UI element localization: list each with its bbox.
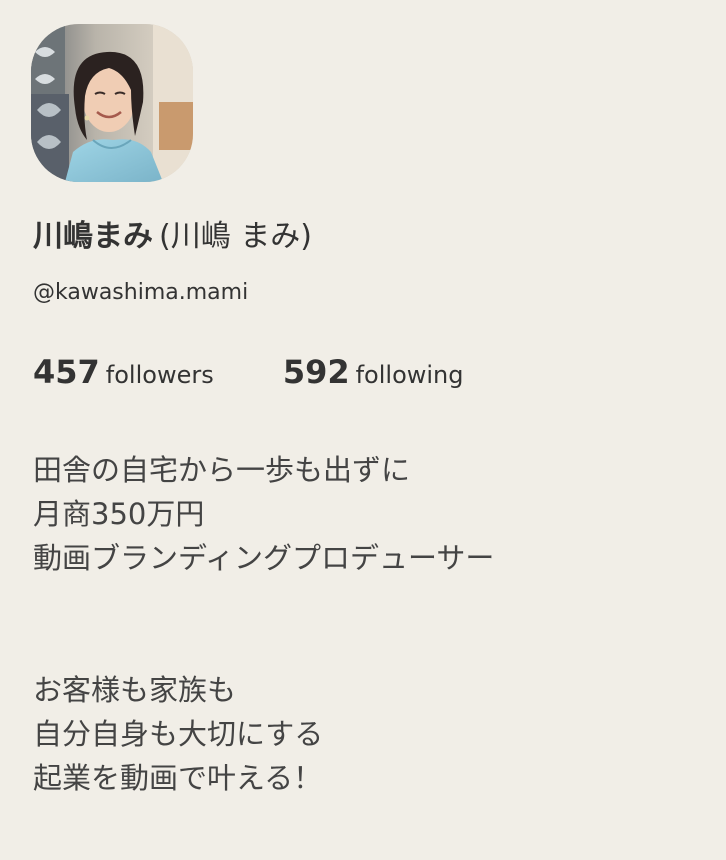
username-handle: @kawashima.mami xyxy=(33,280,249,305)
bio-line: お客様も家族も xyxy=(33,673,237,707)
following-count: 592 xyxy=(282,353,350,391)
followers-label: followers xyxy=(105,361,214,389)
full-name: (川嶋 まみ) xyxy=(159,219,312,254)
bio-line: 自分自身も大切にする xyxy=(33,717,324,751)
followers-count: 457 xyxy=(33,353,100,391)
profile-page: 川嶋まみ (川嶋 まみ) @kawashima.mami 457 followers… xyxy=(0,0,726,860)
display-name: 川嶋まみ xyxy=(33,219,153,254)
bio: 田舎の自宅から一歩も出ずに 月商350万円 動画ブランディングプロデューサー お… xyxy=(33,448,703,800)
avatar-image xyxy=(31,24,193,182)
profile-name: 川嶋まみ (川嶋 まみ) xyxy=(33,217,312,257)
bio-line: 月商350万円 xyxy=(33,497,205,531)
bio-line: 起業を動画で叶える！ xyxy=(33,761,323,795)
follow-stats: 457 followers 592 following xyxy=(33,352,464,395)
followers-link[interactable]: 457 followers xyxy=(33,352,214,395)
following-label: following xyxy=(355,361,464,389)
bio-blank-line xyxy=(33,624,703,668)
avatar[interactable] xyxy=(31,24,193,182)
bio-line: 動画ブランディングプロデューサー xyxy=(33,541,495,575)
bio-blank-line xyxy=(33,580,703,624)
following-link[interactable]: 592 following xyxy=(283,352,464,395)
bio-line: 田舎の自宅から一歩も出ずに xyxy=(33,453,411,487)
